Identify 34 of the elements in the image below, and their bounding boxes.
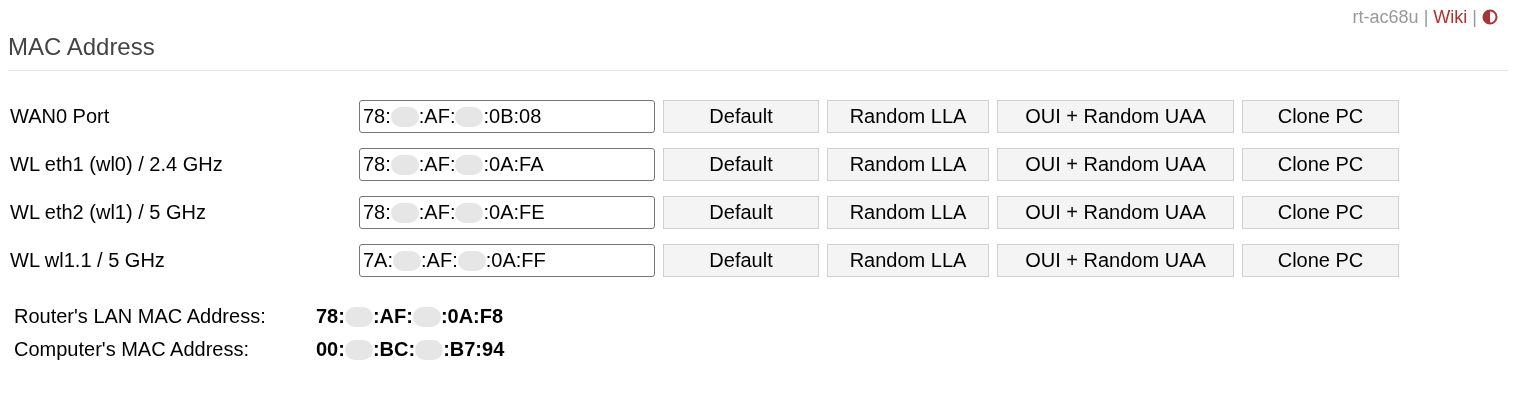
action-button[interactable]: Clone PC bbox=[1242, 100, 1399, 133]
action-button[interactable]: Random LLA bbox=[827, 244, 989, 277]
row-label: WL eth1 (wl0) / 2.4 GHz bbox=[9, 153, 224, 176]
page-title: MAC Address bbox=[8, 34, 1508, 71]
action-button[interactable]: OUI + Random UAA bbox=[997, 100, 1234, 133]
info-label: Router's LAN MAC Address: bbox=[14, 304, 267, 328]
action-button[interactable]: Clone PC bbox=[1242, 148, 1399, 181]
mac-value: 00: :BC: :B7:94 bbox=[316, 337, 505, 361]
action-button[interactable]: Clone PC bbox=[1242, 244, 1399, 277]
separator: | bbox=[1423, 6, 1429, 28]
row-label: WL wl1.1 / 5 GHz bbox=[9, 249, 166, 272]
action-button[interactable]: Default bbox=[663, 196, 819, 229]
row-label: WAN0 Port bbox=[9, 105, 111, 128]
action-button[interactable]: OUI + Random UAA bbox=[997, 244, 1234, 277]
action-button[interactable]: OUI + Random UAA bbox=[997, 196, 1234, 229]
mac-field[interactable]: 78: :AF: :0A:FE bbox=[359, 196, 655, 229]
contrast-icon[interactable] bbox=[1482, 9, 1498, 25]
action-button[interactable]: Default bbox=[663, 244, 819, 277]
action-button[interactable]: OUI + Random UAA bbox=[997, 148, 1234, 181]
wiki-link[interactable]: Wiki bbox=[1433, 6, 1468, 28]
action-button[interactable]: Random LLA bbox=[827, 100, 989, 133]
row-label: WL eth2 (wl1) / 5 GHz bbox=[9, 201, 207, 224]
action-button[interactable]: Clone PC bbox=[1242, 196, 1399, 229]
info-label: Computer's MAC Address: bbox=[14, 337, 250, 361]
device-name: rt-ac68u bbox=[1352, 6, 1419, 28]
action-button[interactable]: Random LLA bbox=[827, 196, 989, 229]
mac-field[interactable]: 78: :AF: :0B:08 bbox=[359, 100, 655, 133]
action-button[interactable]: Default bbox=[663, 100, 819, 133]
mac-field[interactable]: 78: :AF: :0A:FA bbox=[359, 148, 655, 181]
action-button[interactable]: Default bbox=[663, 148, 819, 181]
mac-value: 78: :AF: :0A:F8 bbox=[316, 304, 504, 328]
mac-field[interactable]: 7A: :AF: :0A:FF bbox=[359, 244, 655, 277]
action-button[interactable]: Random LLA bbox=[827, 148, 989, 181]
separator: | bbox=[1472, 6, 1477, 28]
